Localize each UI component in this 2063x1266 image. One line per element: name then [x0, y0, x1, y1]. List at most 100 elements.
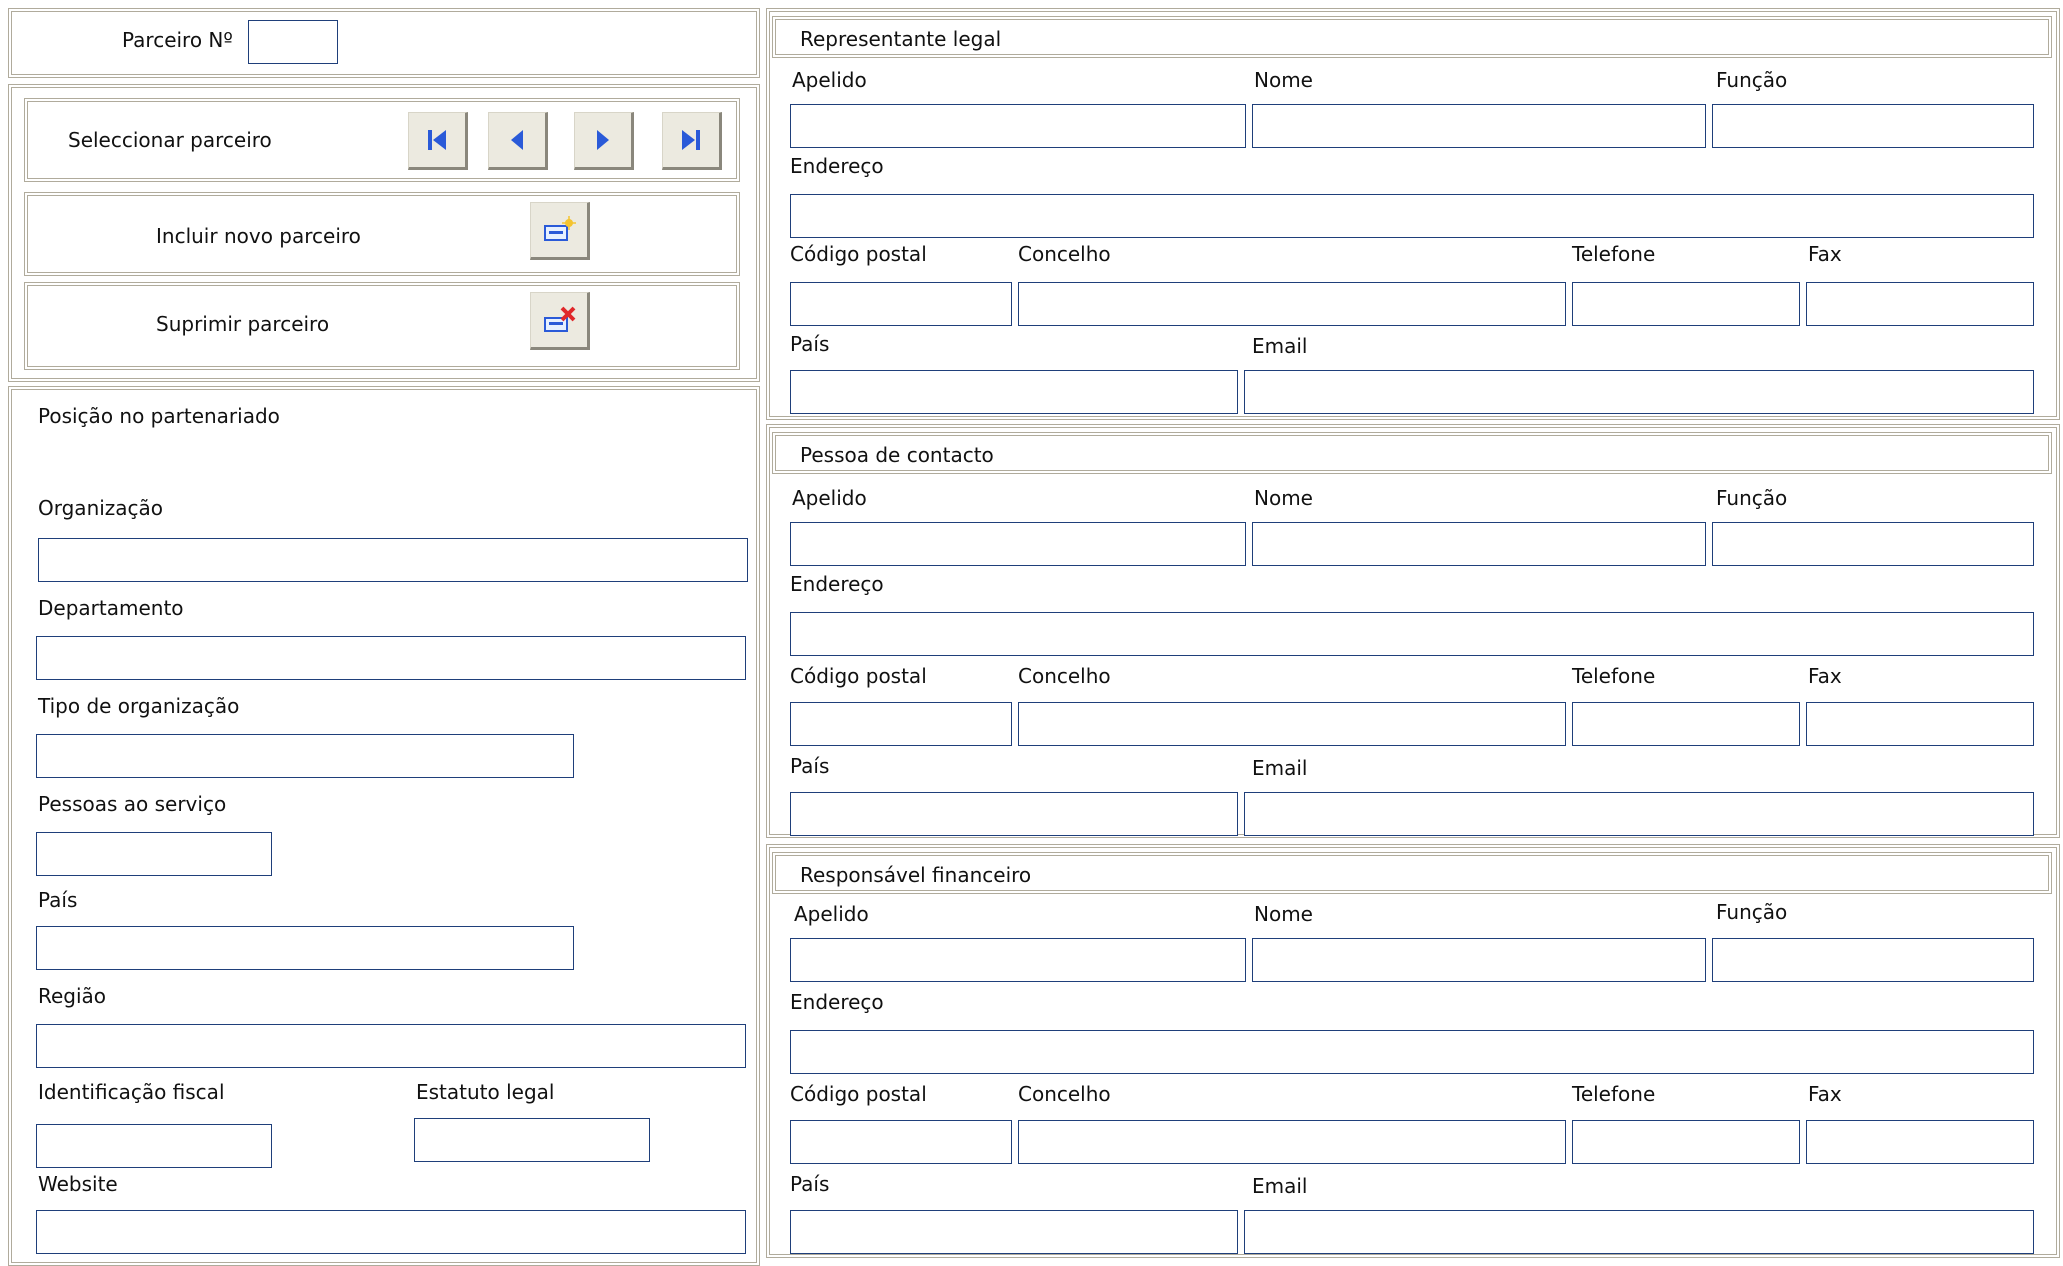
surname-field[interactable] [790, 522, 1246, 566]
postal-code-input[interactable] [791, 1121, 1011, 1163]
name-field[interactable] [1252, 104, 1706, 148]
function-field[interactable] [1712, 104, 2034, 148]
surname-label: Apelido [794, 902, 869, 926]
region-field[interactable] [36, 1024, 746, 1068]
tax-id-input[interactable] [37, 1125, 271, 1167]
partner-number-field[interactable] [248, 20, 338, 64]
address-field[interactable] [790, 194, 2034, 238]
legal-status-label: Estatuto legal [416, 1080, 555, 1104]
department-input[interactable] [37, 637, 745, 679]
country-input[interactable] [791, 1211, 1237, 1253]
address-label: Endereço [790, 154, 884, 178]
postal-code-field[interactable] [790, 282, 1012, 326]
add-partner-button[interactable] [530, 202, 590, 260]
department-field[interactable] [36, 636, 746, 680]
phone-field[interactable] [1572, 282, 1800, 326]
legal-representative-panel: Representante legal Apelido Nome Função … [766, 8, 2060, 420]
staff-count-field[interactable] [36, 832, 272, 876]
contact-person-panel: Pessoa de contacto Apelido Nome Função E… [766, 424, 2060, 838]
fax-input[interactable] [1807, 703, 2033, 745]
phone-input[interactable] [1573, 703, 1799, 745]
financial-officer-panel: Responsável financeiro Apelido Nome Funç… [766, 844, 2060, 1258]
region-input[interactable] [37, 1025, 745, 1067]
municipality-field[interactable] [1018, 702, 1566, 746]
country-input[interactable] [791, 371, 1237, 413]
surname-input[interactable] [791, 523, 1245, 565]
partner-number-panel: Parceiro Nº [8, 8, 760, 78]
phone-field[interactable] [1572, 702, 1800, 746]
surname-input[interactable] [791, 105, 1245, 147]
fax-field[interactable] [1806, 702, 2034, 746]
function-input[interactable] [1713, 105, 2033, 147]
name-input[interactable] [1253, 523, 1705, 565]
legal-status-input[interactable] [415, 1119, 649, 1161]
legal-status-field[interactable] [414, 1118, 650, 1162]
organization-country-field[interactable] [36, 926, 574, 970]
function-label: Função [1716, 68, 1788, 92]
postal-code-field[interactable] [790, 1120, 1012, 1164]
organization-panel: Posição no partenariado Organização Depa… [8, 386, 760, 1266]
name-input[interactable] [1253, 105, 1705, 147]
municipality-input[interactable] [1019, 703, 1565, 745]
municipality-field[interactable] [1018, 1120, 1566, 1164]
organization-country-label: País [38, 888, 78, 912]
phone-field[interactable] [1572, 1120, 1800, 1164]
delete-partner-box: Suprimir parceiro [24, 282, 740, 370]
website-field[interactable] [36, 1210, 746, 1254]
organization-type-input[interactable] [37, 735, 573, 777]
email-input[interactable] [1245, 1211, 2033, 1253]
country-field[interactable] [790, 792, 1238, 836]
function-input[interactable] [1713, 939, 2033, 981]
email-field[interactable] [1244, 1210, 2034, 1254]
fax-field[interactable] [1806, 282, 2034, 326]
municipality-input[interactable] [1019, 283, 1565, 325]
postal-code-input[interactable] [791, 703, 1011, 745]
surname-input[interactable] [791, 939, 1245, 981]
next-record-button[interactable] [574, 112, 634, 170]
partner-number-input[interactable] [249, 21, 337, 63]
name-input[interactable] [1253, 939, 1705, 981]
website-input[interactable] [37, 1211, 745, 1253]
staff-count-input[interactable] [37, 833, 271, 875]
add-record-icon [544, 216, 576, 241]
email-field[interactable] [1244, 370, 2034, 414]
address-input[interactable] [791, 1031, 2033, 1073]
first-record-button[interactable] [408, 112, 468, 170]
fax-label: Fax [1808, 664, 1842, 688]
address-input[interactable] [791, 613, 2033, 655]
delete-partner-button[interactable] [530, 292, 590, 350]
phone-input[interactable] [1573, 1121, 1799, 1163]
postal-code-input[interactable] [791, 283, 1011, 325]
function-field[interactable] [1712, 522, 2034, 566]
organization-input[interactable] [39, 539, 747, 581]
phone-input[interactable] [1573, 283, 1799, 325]
organization-type-field[interactable] [36, 734, 574, 778]
function-field[interactable] [1712, 938, 2034, 982]
country-field[interactable] [790, 370, 1238, 414]
address-field[interactable] [790, 1030, 2034, 1074]
country-input[interactable] [791, 793, 1237, 835]
name-field[interactable] [1252, 938, 1706, 982]
surname-field[interactable] [790, 104, 1246, 148]
address-field[interactable] [790, 612, 2034, 656]
postal-code-label: Código postal [790, 664, 927, 688]
function-input[interactable] [1713, 523, 2033, 565]
fax-field[interactable] [1806, 1120, 2034, 1164]
email-input[interactable] [1245, 371, 2033, 413]
email-input[interactable] [1245, 793, 2033, 835]
surname-field[interactable] [790, 938, 1246, 982]
country-field[interactable] [790, 1210, 1238, 1254]
municipality-input[interactable] [1019, 1121, 1565, 1163]
organization-country-input[interactable] [37, 927, 573, 969]
previous-record-button[interactable] [488, 112, 548, 170]
tax-id-field[interactable] [36, 1124, 272, 1168]
fax-input[interactable] [1807, 283, 2033, 325]
postal-code-field[interactable] [790, 702, 1012, 746]
email-field[interactable] [1244, 792, 2034, 836]
organization-field[interactable] [38, 538, 748, 582]
municipality-field[interactable] [1018, 282, 1566, 326]
address-input[interactable] [791, 195, 2033, 237]
last-record-button[interactable] [662, 112, 722, 170]
fax-input[interactable] [1807, 1121, 2033, 1163]
name-field[interactable] [1252, 522, 1706, 566]
